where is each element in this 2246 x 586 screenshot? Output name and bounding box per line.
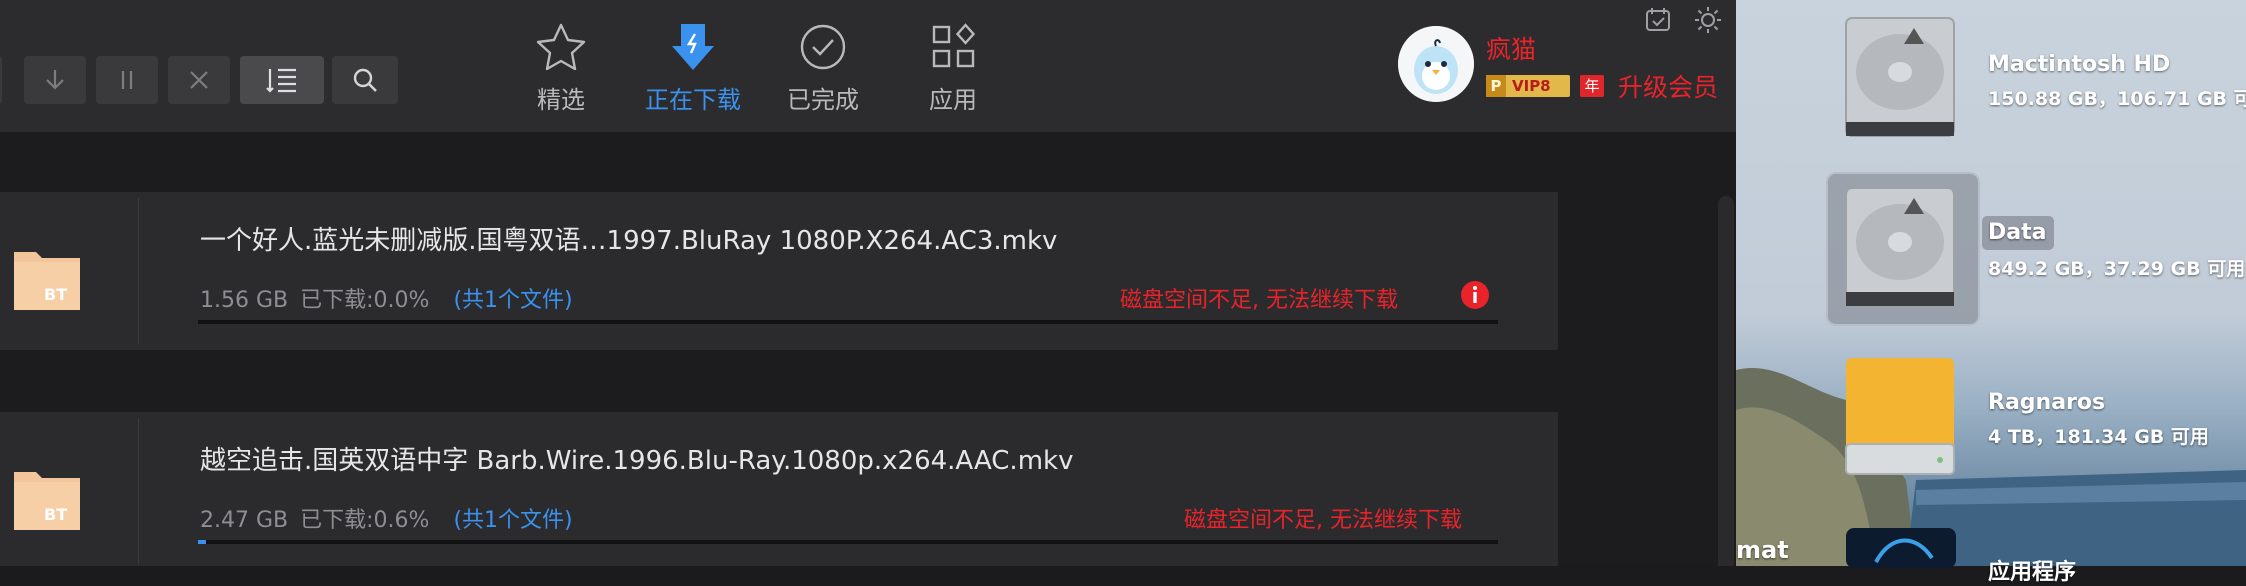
download-arrow-icon: [672, 24, 714, 70]
search-icon: [353, 68, 377, 92]
tab-apps[interactable]: 应用: [888, 22, 1018, 114]
item-divider: [138, 198, 139, 344]
avatar[interactable]: [1398, 26, 1474, 102]
tab-apps-label: 应用: [929, 86, 977, 114]
partial-desktop-label: mat: [1736, 536, 1789, 564]
drive-name: Mactintosh HD: [1988, 52, 2171, 77]
calendar-check-icon[interactable]: [1644, 6, 1672, 34]
upgrade-membership-link[interactable]: 升级会员: [1618, 68, 1718, 104]
username[interactable]: 疯猫: [1486, 30, 1536, 66]
tab-downloading[interactable]: 正在下载: [628, 22, 758, 114]
drive-capacity: 150.88 GB，106.71 GB 可用: [1988, 88, 2246, 110]
tab-completed[interactable]: 已完成: [758, 22, 888, 114]
brightness-icon[interactable]: [1694, 6, 1722, 34]
download-item[interactable]: BT 一个好人.蓝光未删减版.国粤双语…1997.BluRay 1080P.X2…: [0, 192, 1558, 350]
drive-name: Data: [1988, 220, 2047, 245]
progress-text: 已下载:0.0%: [300, 288, 430, 313]
external-drive-icon[interactable]: [1842, 354, 1958, 480]
file-meta: 1.56 GB 已下载:0.0% (共1个文件): [200, 282, 585, 314]
error-info-icon[interactable]: [1460, 280, 1490, 310]
progress-bar: [198, 540, 1498, 544]
drive-capacity: 4 TB，181.34 GB 可用: [1988, 426, 2209, 448]
apps-grid-icon: [932, 23, 976, 68]
start-button[interactable]: [0, 56, 2, 104]
search-button[interactable]: [332, 56, 398, 104]
close-icon: [190, 71, 208, 89]
drive-name: Ragnaros: [1988, 390, 2106, 415]
vip-prefix: P: [1486, 75, 1506, 97]
bt-folder-icon: BT: [14, 472, 80, 530]
progress-fill: [198, 540, 206, 544]
error-message: 磁盘空间不足, 无法继续下载: [1184, 508, 1462, 533]
file-size: 1.56 GB: [200, 288, 289, 313]
tab-completed-label: 已完成: [787, 86, 859, 114]
star-icon: [536, 23, 586, 71]
scrollbar[interactable]: [1718, 196, 1734, 566]
progress-bar: [198, 320, 1498, 324]
vip-level: VIP8: [1512, 77, 1551, 95]
download-item[interactable]: BT 越空追击.国英双语中字 Barb.Wire.1996.Blu-Ray.10…: [0, 412, 1558, 566]
check-circle-icon: [800, 24, 846, 70]
toolbar: 精选 正在下载 已完成 应用 疯猫 P VIP8 年 升级会员: [0, 0, 1736, 132]
file-name: 越空追击.国英双语中字 Barb.Wire.1996.Blu-Ray.1080p…: [200, 446, 1074, 476]
progress-text: 已下载:0.6%: [300, 508, 430, 533]
tab-featured-label: 精选: [537, 86, 585, 114]
pause-icon: [121, 71, 133, 89]
file-meta: 2.47 GB 已下载:0.6% (共1个文件): [200, 502, 585, 534]
file-count-link[interactable]: (共1个文件): [453, 508, 572, 533]
delete-button[interactable]: [168, 56, 230, 104]
item-divider: [138, 418, 139, 564]
error-message: 磁盘空间不足, 无法继续下载: [1120, 288, 1398, 313]
resume-download-button[interactable]: [24, 56, 86, 104]
sort-list-icon: [266, 68, 296, 93]
file-size: 2.47 GB: [200, 508, 289, 533]
drive-capacity: 849.2 GB，37.29 GB 可用: [1988, 258, 2246, 280]
pause-button[interactable]: [96, 56, 158, 104]
hard-drive-icon[interactable]: [1840, 14, 1960, 140]
sort-button[interactable]: [240, 56, 324, 104]
download-app-window: 精选 正在下载 已完成 应用 疯猫 P VIP8 年 升级会员 BT 一个好人.…: [0, 0, 1736, 566]
bt-folder-icon: BT: [14, 252, 80, 310]
download-icon: [46, 70, 64, 90]
tab-featured[interactable]: 精选: [496, 22, 626, 114]
tab-downloading-label: 正在下载: [645, 86, 741, 114]
folder-tag: BT: [44, 505, 67, 524]
folder-tag: BT: [44, 285, 67, 304]
bird-avatar-icon: [1398, 26, 1474, 102]
drive-name: 应用程序: [1988, 560, 2077, 585]
hard-drive-icon[interactable]: [1840, 184, 1960, 310]
file-name: 一个好人.蓝光未删减版.国粤双语…1997.BluRay 1080P.X264.…: [200, 226, 1058, 256]
year-badge: 年: [1580, 75, 1604, 97]
applications-icon[interactable]: [1846, 528, 1956, 568]
file-count-link[interactable]: (共1个文件): [453, 288, 572, 313]
vip-badge: P VIP8: [1486, 75, 1570, 97]
